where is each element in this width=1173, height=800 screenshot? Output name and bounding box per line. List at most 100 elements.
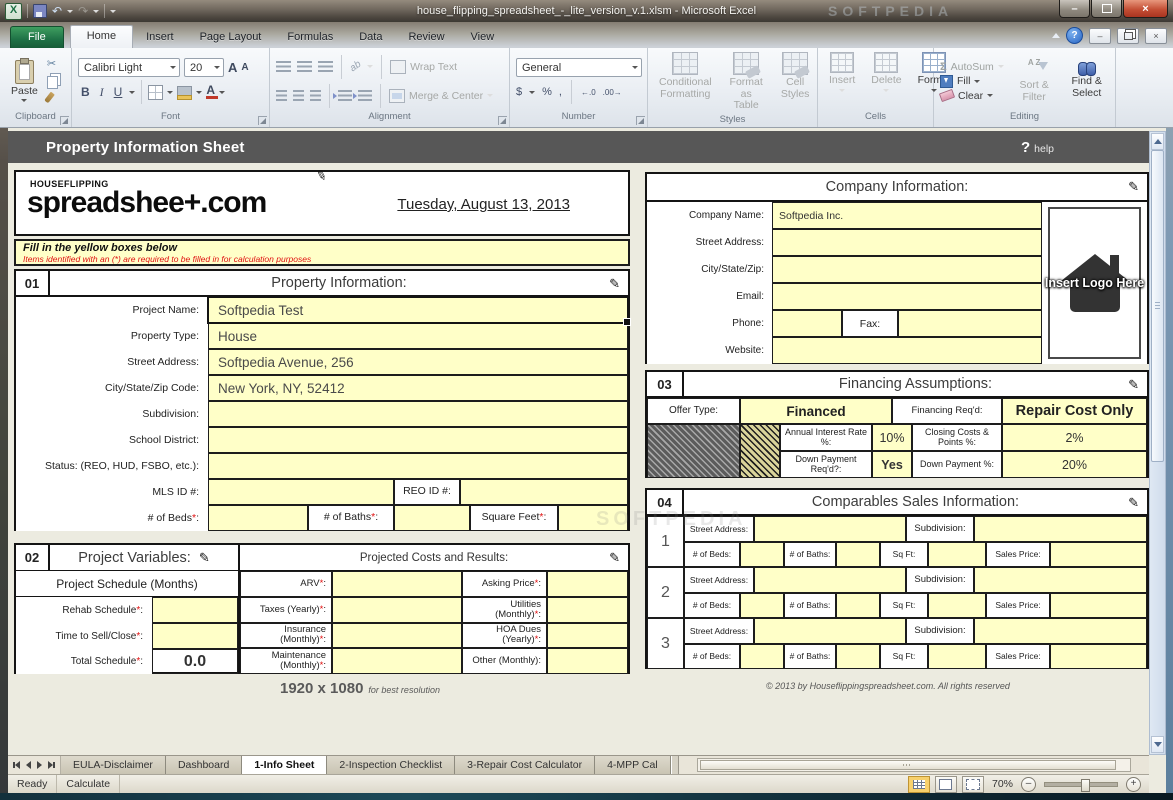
help-link[interactable]: ? help [1021, 139, 1054, 156]
font-name-select[interactable]: Calibri Light [78, 58, 180, 77]
align-left-icon[interactable] [276, 90, 287, 101]
fill-color-dropdown-icon[interactable] [196, 91, 202, 94]
cell-styles-button[interactable]: Cell Styles [776, 50, 815, 102]
save-icon[interactable] [33, 4, 47, 18]
align-center-icon[interactable] [293, 90, 304, 101]
tab-insert[interactable]: Insert [133, 27, 187, 48]
borders-icon[interactable] [148, 85, 163, 100]
redo-dropdown-icon[interactable] [93, 10, 99, 13]
fill-button[interactable]: Fill [940, 75, 1004, 88]
tab-data[interactable]: Data [346, 27, 395, 48]
orientation-dropdown-icon[interactable] [367, 65, 373, 68]
arv-cell[interactable] [332, 571, 462, 597]
reo-id-cell[interactable] [460, 479, 628, 505]
previous-sheet-icon[interactable] [26, 761, 31, 769]
sheet-tab-repair-cost[interactable]: 3-Repair Cost Calculator [455, 756, 595, 774]
workbook-restore-button[interactable] [1117, 28, 1139, 44]
sheet-tab-inspection[interactable]: 2-Inspection Checklist [327, 756, 455, 774]
increase-indent-icon[interactable] [358, 90, 372, 101]
city-state-zip-cell[interactable]: New York, NY, 52412 [208, 375, 628, 401]
alignment-dialog-launcher[interactable] [498, 116, 507, 125]
comp3-baths-cell[interactable] [836, 644, 880, 669]
scroll-right-button[interactable] [1133, 756, 1149, 774]
beds-cell[interactable] [208, 505, 308, 531]
copy-icon[interactable] [47, 76, 58, 89]
fill-color-icon[interactable] [177, 86, 192, 96]
increase-decimal-icon[interactable]: ←.0 [581, 88, 596, 97]
scroll-up-button[interactable] [1151, 133, 1164, 150]
autosum-button[interactable]: Σ AutoSum [940, 61, 1004, 73]
first-sheet-icon[interactable] [15, 761, 20, 769]
number-dialog-launcher[interactable] [636, 116, 645, 125]
company-fax-cell[interactable] [898, 310, 1042, 337]
workbook-minimize-button[interactable]: – [1089, 28, 1111, 44]
customize-qat-icon[interactable] [110, 10, 116, 13]
format-painter-icon[interactable] [44, 92, 55, 104]
format-as-table-button[interactable]: Format as Table [725, 50, 768, 114]
company-street-cell[interactable] [772, 229, 1042, 256]
currency-dropdown-icon[interactable] [529, 91, 535, 94]
zoom-slider-thumb[interactable] [1081, 779, 1090, 792]
decrease-decimal-icon[interactable]: .00→ [603, 88, 622, 97]
currency-format-icon[interactable]: $ [516, 86, 522, 98]
time-to-sell-cell[interactable] [152, 623, 238, 649]
align-right-icon[interactable] [310, 90, 321, 101]
page-break-view-button[interactable] [962, 776, 984, 793]
comp2-sqft-cell[interactable] [928, 593, 986, 618]
down-payment-reqd-cell[interactable]: Yes [872, 451, 912, 478]
interest-rate-cell[interactable]: 10% [872, 424, 912, 451]
zoom-in-button[interactable]: + [1126, 777, 1141, 792]
status-cell[interactable] [208, 453, 628, 479]
delete-cells-button[interactable]: Delete [866, 50, 906, 94]
underline-button[interactable]: U [111, 85, 126, 99]
underline-dropdown-icon[interactable] [129, 91, 135, 94]
undo-icon[interactable]: ↶ [52, 5, 62, 17]
tab-home[interactable]: Home [70, 25, 133, 48]
comp2-sales-price-cell[interactable] [1050, 593, 1147, 618]
zoom-level[interactable]: 70% [992, 778, 1013, 790]
zoom-slider[interactable] [1044, 782, 1118, 787]
align-top-icon[interactable] [276, 61, 291, 72]
comp1-sqft-cell[interactable] [928, 542, 986, 567]
font-size-select[interactable]: 20 [184, 58, 224, 77]
number-format-select[interactable]: General [516, 58, 642, 77]
maximize-button[interactable] [1091, 0, 1122, 18]
mls-id-cell[interactable] [208, 479, 394, 505]
rehab-schedule-cell[interactable] [152, 597, 238, 623]
school-district-cell[interactable] [208, 427, 628, 453]
comp2-subdivision-cell[interactable] [974, 567, 1147, 593]
tab-page-layout[interactable]: Page Layout [187, 27, 275, 48]
company-website-cell[interactable] [772, 337, 1042, 364]
comp3-beds-cell[interactable] [740, 644, 784, 669]
clear-button[interactable]: Clear [940, 90, 1004, 102]
comp3-subdivision-cell[interactable] [974, 618, 1147, 644]
company-city-cell[interactable] [772, 256, 1042, 283]
closing-costs-cell[interactable]: 2% [1002, 424, 1147, 451]
company-name-cell[interactable]: Softpedia Inc. [772, 202, 1042, 229]
font-color-dropdown-icon[interactable] [219, 91, 225, 94]
project-name-cell[interactable]: Softpedia Test [208, 297, 628, 323]
tab-split-handle[interactable] [671, 756, 679, 774]
maintenance-cell[interactable] [332, 648, 462, 674]
font-color-icon[interactable]: A [206, 85, 215, 99]
street-address-cell[interactable]: Softpedia Avenue, 256 [208, 349, 628, 375]
asking-price-cell[interactable] [547, 571, 628, 597]
borders-dropdown-icon[interactable] [167, 91, 173, 94]
scroll-down-button[interactable] [1151, 736, 1164, 753]
tab-view[interactable]: View [458, 27, 508, 48]
comp1-sales-price-cell[interactable] [1050, 542, 1147, 567]
italic-button[interactable]: I [97, 85, 107, 100]
orientation-icon[interactable]: ab [348, 59, 363, 74]
sheet-tab-info-sheet[interactable]: 1-Info Sheet [242, 756, 327, 774]
comp1-subdivision-cell[interactable] [974, 516, 1147, 542]
close-button[interactable]: × [1123, 0, 1168, 18]
comp2-baths-cell[interactable] [836, 593, 880, 618]
vertical-scroll-thumb[interactable] [1151, 150, 1164, 462]
next-sheet-icon[interactable] [37, 761, 42, 769]
comp3-street-cell[interactable] [754, 618, 906, 644]
wrap-text-button[interactable]: Wrap Text [390, 60, 457, 74]
comp1-street-cell[interactable] [754, 516, 906, 542]
undo-dropdown-icon[interactable] [67, 10, 73, 13]
hoa-dues-cell[interactable] [547, 623, 628, 649]
bold-button[interactable]: B [78, 85, 93, 99]
